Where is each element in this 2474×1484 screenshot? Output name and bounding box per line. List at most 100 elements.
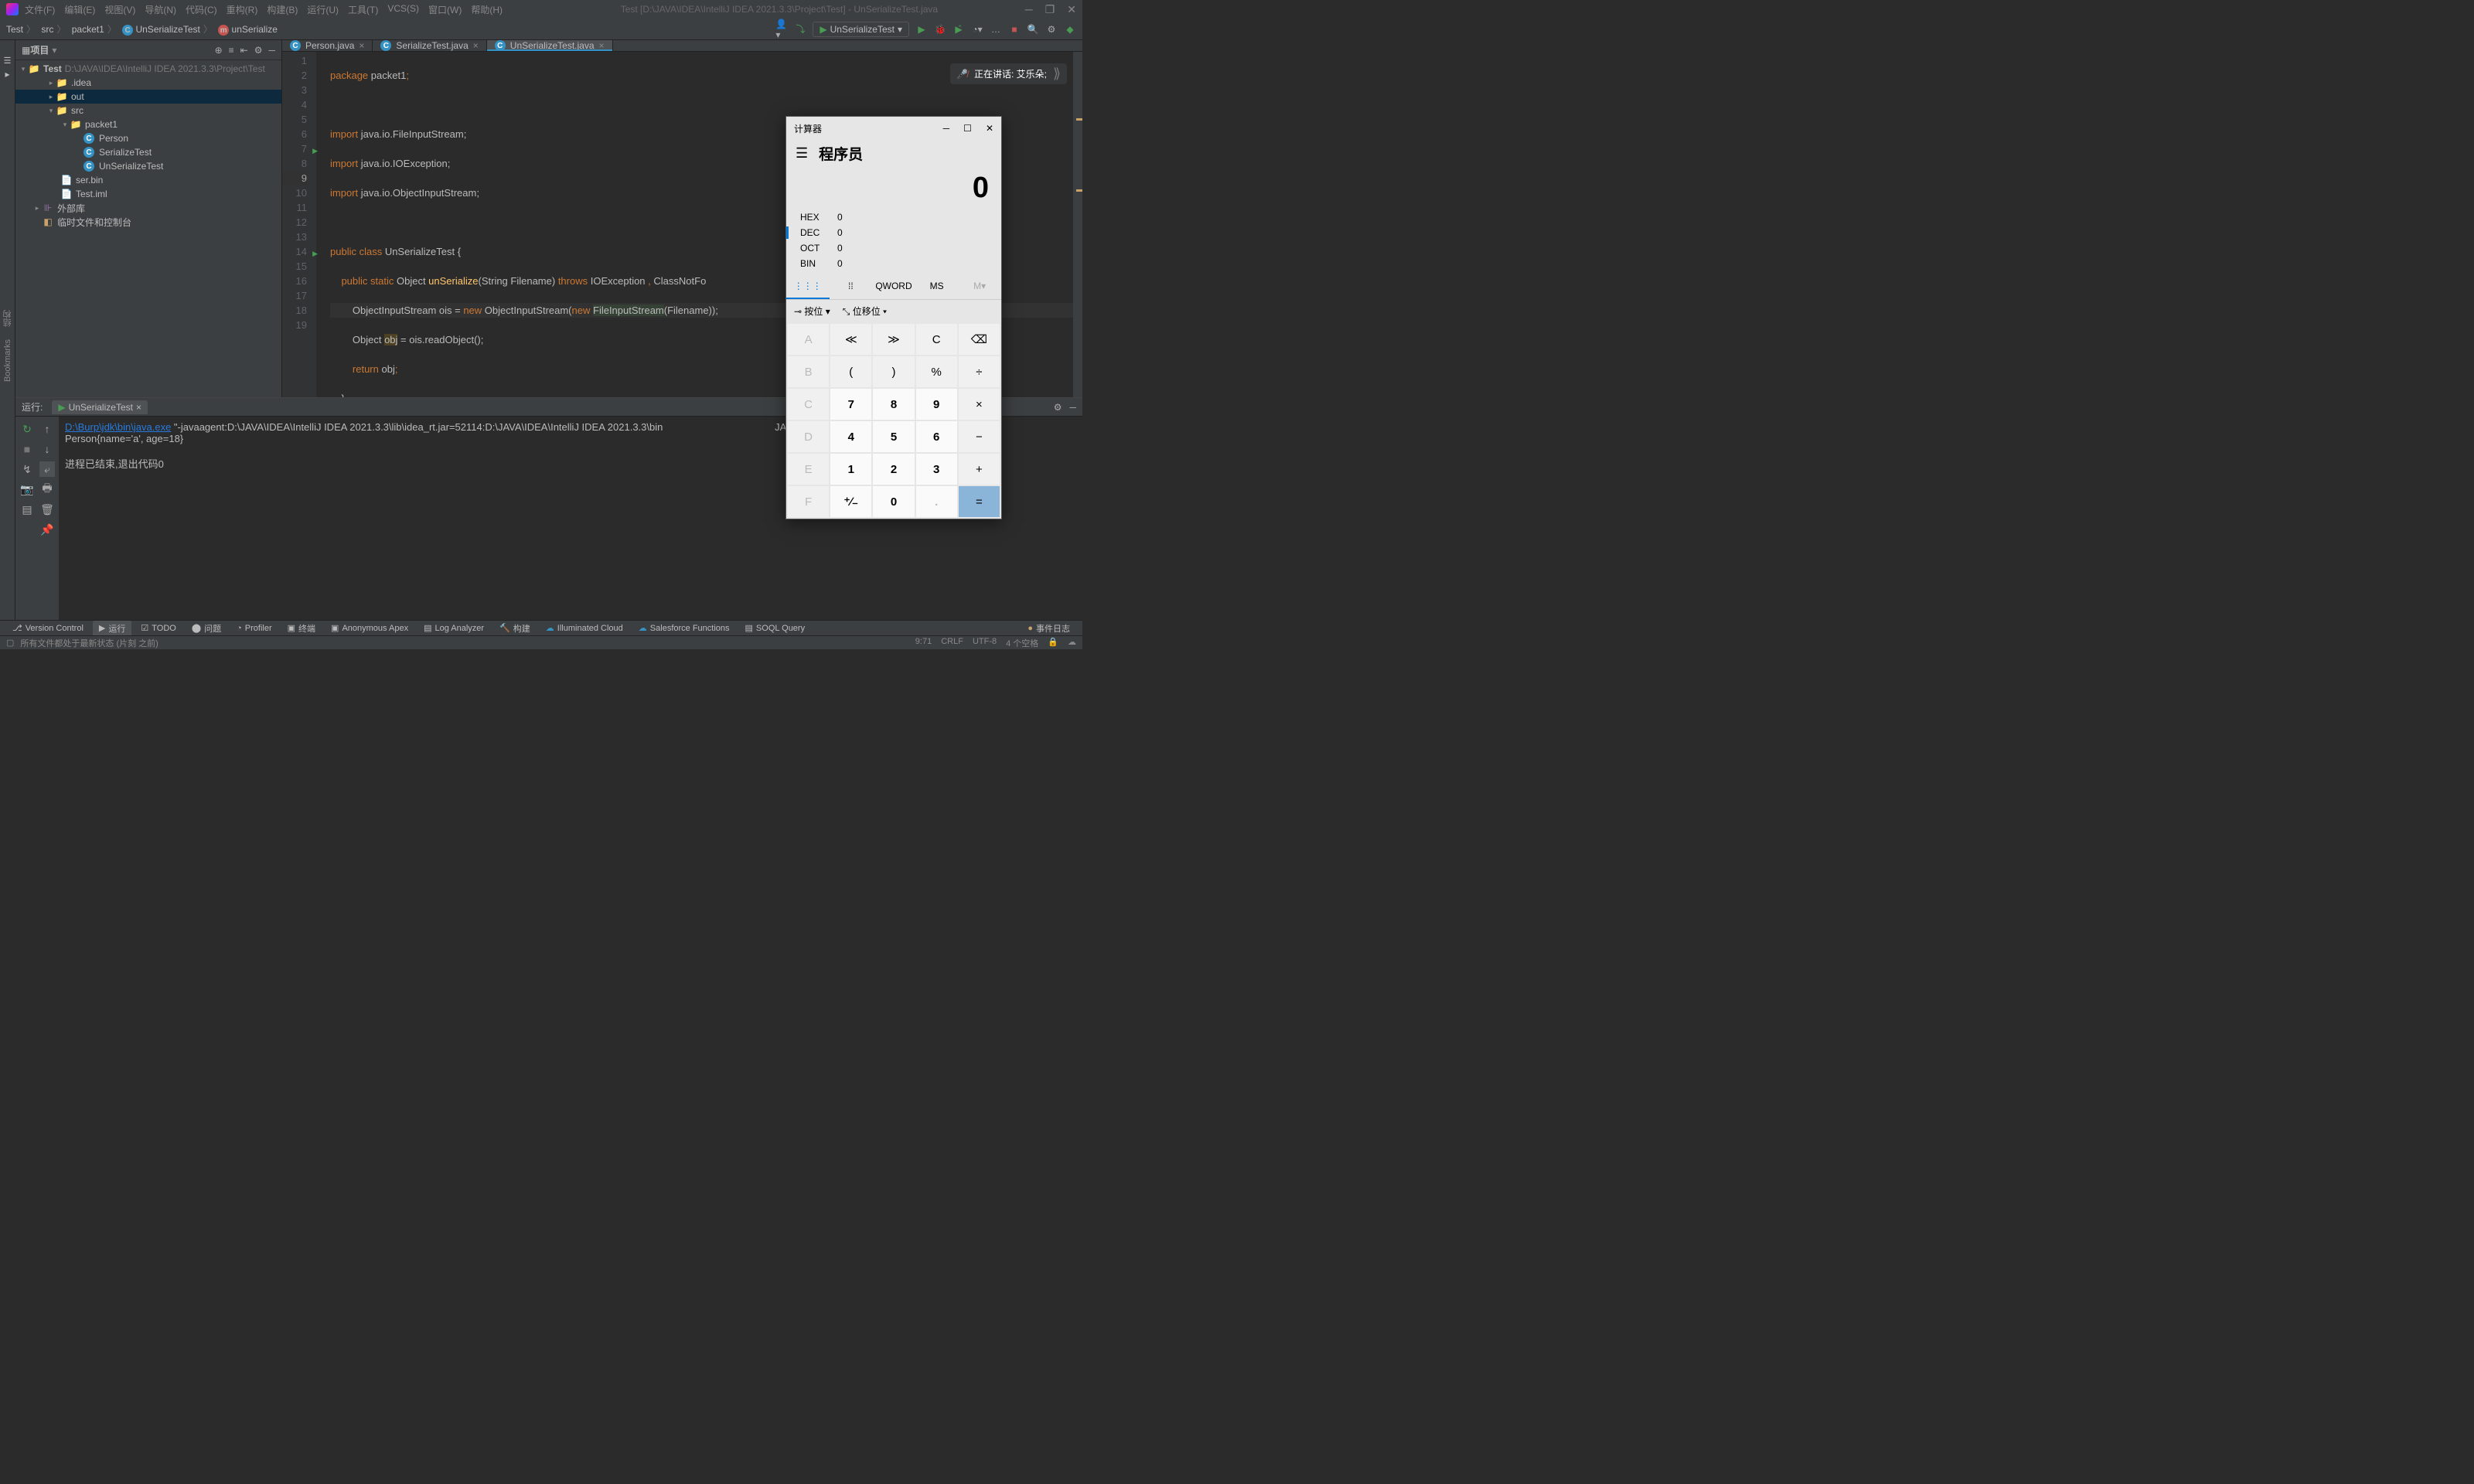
calc-base-oct[interactable]: OCT0: [796, 240, 992, 256]
tab-soql[interactable]: ▤SOQL Query: [739, 621, 812, 635]
menu-edit[interactable]: 编辑(E): [64, 3, 95, 16]
tree-scratches[interactable]: ◧临时文件和控制台: [15, 215, 281, 229]
status-encoding[interactable]: UTF-8: [973, 637, 997, 649]
status-indent[interactable]: 4 个空格: [1006, 637, 1038, 649]
commit-tool-icon[interactable]: ▸: [5, 69, 9, 80]
stop-icon[interactable]: ■: [19, 441, 35, 457]
menu-view[interactable]: 视图(V): [104, 3, 135, 16]
tree-folder-packet1[interactable]: ▾📁packet1: [15, 117, 281, 131]
tree-class-unserialize[interactable]: CUnSerializeTest: [15, 159, 281, 173]
tab-terminal[interactable]: ▣终端: [281, 621, 322, 636]
calc-base-hex[interactable]: HEX0: [796, 209, 992, 225]
calc-btn-d[interactable]: D: [788, 421, 829, 452]
tab-build[interactable]: 🔨构建: [493, 621, 537, 636]
plugin-icon[interactable]: ◆: [1064, 23, 1076, 36]
calc-tab-bits[interactable]: ⁞⁞: [830, 274, 873, 299]
calc-close-icon[interactable]: ✕: [986, 123, 993, 134]
calc-btn-0[interactable]: 0: [873, 486, 914, 517]
tab-problems[interactable]: ⬤问题: [186, 621, 227, 636]
calc-btn-rshift[interactable]: ≫: [873, 324, 914, 355]
calc-btn-add[interactable]: +: [959, 454, 1000, 485]
minimize-icon[interactable]: ─: [1025, 3, 1033, 16]
calc-btn-back[interactable]: ⌫: [959, 324, 1000, 355]
tab-close-icon[interactable]: ×: [473, 40, 479, 51]
calc-tab-qword[interactable]: QWORD: [872, 274, 915, 299]
tree-external-libs[interactable]: ▸⊪外部库: [15, 201, 281, 215]
menu-file[interactable]: 文件(F): [25, 3, 55, 16]
calc-btn-div[interactable]: ÷: [959, 356, 1000, 387]
calc-tab-mrecall[interactable]: M▾: [958, 274, 1001, 299]
run-settings-icon[interactable]: ⚙: [1054, 402, 1062, 413]
tab-salesforce[interactable]: ☁Salesforce Functions: [632, 621, 736, 635]
calc-btn-negate[interactable]: ⁺∕₋: [830, 486, 871, 517]
tab-close-icon[interactable]: ×: [359, 40, 364, 51]
run-config-selector[interactable]: ▶ UnSerializeTest ▾: [813, 22, 909, 37]
tab-run-bottom[interactable]: ▶运行: [93, 621, 131, 636]
close-icon[interactable]: ✕: [1067, 3, 1076, 16]
expand-icon[interactable]: ≡: [229, 45, 234, 56]
calc-btn-5[interactable]: 5: [873, 421, 914, 452]
breadcrumb-item[interactable]: unSerialize: [232, 24, 278, 35]
camera-icon[interactable]: 📷: [19, 482, 35, 497]
calc-btn-mod[interactable]: %: [916, 356, 957, 387]
tree-file-serbin[interactable]: 📄ser.bin: [15, 173, 281, 187]
calc-btn-c-hex[interactable]: C: [788, 389, 829, 420]
status-position[interactable]: 9:71: [915, 637, 932, 649]
bookmarks-tool[interactable]: Bookmarks: [2, 333, 14, 388]
maximize-icon[interactable]: ❐: [1045, 3, 1055, 16]
rerun-icon[interactable]: ↻: [19, 421, 35, 437]
tree-folder-out[interactable]: ▸📁out: [15, 90, 281, 104]
wrap-icon[interactable]: ⤶: [39, 461, 55, 477]
tree-class-serialize[interactable]: CSerializeTest: [15, 145, 281, 159]
attach-icon[interactable]: …: [990, 23, 1002, 36]
calc-btn-8[interactable]: 8: [873, 389, 914, 420]
settings-icon[interactable]: ⚙: [254, 45, 263, 56]
menu-help[interactable]: 帮助(H): [471, 3, 503, 16]
project-tool-icon[interactable]: ☰: [4, 56, 12, 66]
menu-window[interactable]: 窗口(W): [428, 3, 462, 16]
layout-icon[interactable]: ▤: [19, 502, 35, 517]
calc-tab-ms[interactable]: MS: [915, 274, 959, 299]
breadcrumb-item[interactable]: src: [41, 24, 53, 35]
run-hide-icon[interactable]: ─: [1069, 402, 1076, 413]
tree-root[interactable]: ▾📁 Test D:\JAVA\IDEA\IntelliJ IDEA 2021.…: [15, 62, 281, 76]
calc-minimize-icon[interactable]: ─: [943, 123, 950, 134]
trash-icon[interactable]: 🗑: [39, 502, 55, 517]
tab-event-log[interactable]: ●事件日志: [1021, 621, 1076, 636]
menu-build[interactable]: 构建(B): [267, 3, 298, 16]
profile-icon[interactable]: ◔▾: [971, 23, 983, 36]
down-icon[interactable]: ↓: [39, 441, 55, 457]
calc-btn-a[interactable]: A: [788, 324, 829, 355]
sidebar-title[interactable]: 项目: [30, 43, 49, 56]
calc-maximize-icon[interactable]: ☐: [963, 123, 972, 134]
exit-icon[interactable]: ↯: [19, 461, 35, 477]
tab-todo[interactable]: ☑TODO: [135, 621, 182, 635]
calc-btn-clear[interactable]: C: [916, 324, 957, 355]
search-icon[interactable]: 🔍: [1027, 23, 1039, 36]
calc-bitshift-dropdown[interactable]: ⤡ 位移位 ▾: [843, 305, 887, 318]
tree-folder-src[interactable]: ▾📁src: [15, 104, 281, 117]
status-line-sep[interactable]: CRLF: [941, 637, 963, 649]
breadcrumb-item[interactable]: UnSerializeTest: [135, 24, 199, 35]
calc-btn-dot[interactable]: .: [916, 486, 957, 517]
run-icon[interactable]: ▶: [915, 23, 928, 36]
status-lock-icon[interactable]: 🔒: [1048, 637, 1058, 649]
calc-base-bin[interactable]: BIN0: [796, 256, 992, 271]
debug-icon[interactable]: 🐞: [934, 23, 946, 36]
calc-btn-lparen[interactable]: (: [830, 356, 871, 387]
run-tab[interactable]: ▶UnSerializeTest×: [52, 400, 148, 414]
calc-titlebar[interactable]: 计算器 ─ ☐ ✕: [786, 117, 1001, 140]
stop-icon[interactable]: ■: [1008, 23, 1021, 36]
sidebar-view-icon[interactable]: ▦: [22, 45, 30, 56]
build-icon[interactable]: ⤵: [794, 23, 806, 36]
calc-btn-e[interactable]: E: [788, 454, 829, 485]
calc-btn-3[interactable]: 3: [916, 454, 957, 485]
status-cloud-icon[interactable]: ☁: [1068, 637, 1076, 649]
breadcrumb-item[interactable]: packet1: [72, 24, 104, 35]
hide-icon[interactable]: ─: [268, 45, 275, 56]
calc-btn-7[interactable]: 7: [830, 389, 871, 420]
structure-tool[interactable]: 结构: [0, 304, 15, 333]
status-window-icon[interactable]: ▢: [6, 638, 14, 648]
tab-vcs[interactable]: ⎇Version Control: [6, 621, 90, 635]
calc-btn-b[interactable]: B: [788, 356, 829, 387]
